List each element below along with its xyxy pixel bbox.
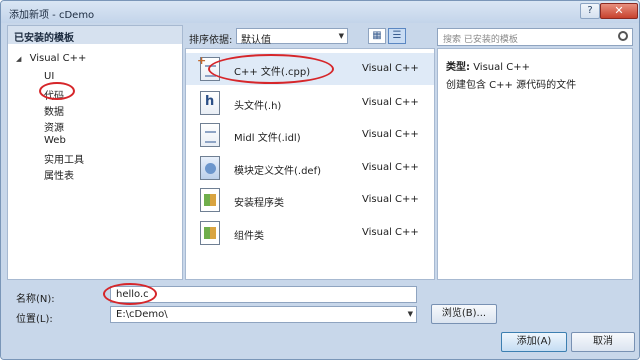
template-row-installer-class[interactable]: 安装程序类 Visual C++ (186, 184, 434, 216)
title-bar: 添加新项 - cDemo ? ✕ (1, 1, 639, 23)
template-tree-panel: 已安装的模板 ◢ Visual C++ UI 代码 数据 资源 Web 实用工具… (7, 25, 183, 280)
template-type: Visual C++ (362, 194, 419, 205)
template-description: 创建包含 C++ 源代码的文件 (446, 80, 577, 91)
search-icon[interactable] (618, 31, 628, 41)
help-button[interactable]: ? (580, 3, 600, 19)
template-type: Visual C++ (362, 227, 419, 238)
type-label: 类型: (446, 62, 470, 73)
location-combobox[interactable]: E:\cDemo\ ▼ (110, 306, 417, 323)
window-title: 添加新项 - cDemo (9, 10, 95, 21)
sort-value: 默认值 (241, 35, 271, 46)
template-row-midl-file[interactable]: Midl 文件(.idl) Visual C++ (186, 119, 434, 151)
tree-item-web[interactable]: Web (44, 135, 66, 146)
small-icons-view-button[interactable]: ▦ (368, 28, 386, 44)
installer-class-icon (200, 188, 220, 212)
dropdown-arrow-icon[interactable]: ▼ (408, 310, 413, 318)
sort-label: 排序依据: (189, 35, 233, 46)
location-value: E:\cDemo\ (116, 309, 168, 320)
template-list: C++ 文件(.cpp) Visual C++ h 头文件(.h) Visual… (185, 48, 435, 280)
close-button[interactable]: ✕ (600, 3, 638, 19)
template-row-header-file[interactable]: h 头文件(.h) Visual C++ (186, 87, 434, 119)
annotation-circle-code (39, 82, 75, 100)
tree-item-data[interactable]: 数据 (44, 103, 64, 118)
tree-item-ui[interactable]: UI (44, 71, 54, 82)
tree-node-visual-cpp[interactable]: ◢ Visual C++ (16, 53, 86, 64)
grid-view-icon: ▦ (372, 30, 382, 41)
type-value: Visual C++ (473, 62, 530, 73)
list-view-icon: ☰ (392, 30, 402, 41)
tree-item-utility[interactable]: 实用工具 (44, 151, 84, 166)
expand-arrow-icon[interactable]: ◢ (16, 55, 21, 63)
name-location-form: 名称(N): hello.c 位置(L): E:\cDemo\ ▼ 浏览(B).… (1, 282, 639, 359)
template-type-info: 类型: Visual C++ (446, 58, 530, 73)
tree-item-resource[interactable]: 资源 (44, 119, 64, 134)
template-toolbar: 排序依据: 默认值 ▼ ▦ ☰ (185, 25, 435, 47)
location-label: 位置(L): (16, 314, 53, 325)
cancel-button[interactable]: 取消 (571, 332, 635, 352)
def-file-icon (200, 156, 220, 180)
template-name: 组件类 (234, 231, 264, 242)
template-type: Visual C++ (362, 63, 419, 74)
component-class-icon (200, 221, 220, 245)
sort-dropdown[interactable]: 默认值 ▼ (236, 28, 348, 46)
template-type: Visual C++ (362, 162, 419, 173)
template-name: 安装程序类 (234, 198, 284, 209)
add-new-item-dialog: 添加新项 - cDemo ? ✕ 已安装的模板 ◢ Visual C++ UI … (0, 0, 640, 360)
idl-file-icon (200, 123, 220, 147)
template-name: 模块定义文件(.def) (234, 166, 322, 177)
tree-item-property-sheet[interactable]: 属性表 (44, 167, 74, 182)
template-type: Visual C++ (362, 129, 419, 140)
name-label: 名称(N): (16, 294, 55, 305)
template-name: 头文件(.h) (234, 101, 282, 112)
search-placeholder: 搜索 已安装的模板 (443, 35, 518, 45)
template-name: Midl 文件(.idl) (234, 133, 301, 144)
dropdown-arrow-icon: ▼ (338, 32, 344, 40)
browse-button[interactable]: 浏览(B)... (431, 304, 497, 324)
template-info-panel: 类型: Visual C++ 创建包含 C++ 源代码的文件 (437, 48, 633, 280)
template-type: Visual C++ (362, 97, 419, 108)
template-row-component-class[interactable]: 组件类 Visual C++ (186, 217, 434, 249)
list-view-button[interactable]: ☰ (388, 28, 406, 44)
annotation-circle-cpp (208, 54, 334, 84)
annotation-circle-name (103, 283, 157, 305)
template-row-def-file[interactable]: 模块定义文件(.def) Visual C++ (186, 152, 434, 184)
add-button[interactable]: 添加(A) (501, 332, 567, 352)
header-file-icon: h (200, 91, 220, 115)
tree-node-label: Visual C++ (29, 53, 87, 64)
installed-templates-header: 已安装的模板 (8, 26, 182, 44)
template-search-input[interactable]: 搜索 已安装的模板 (437, 28, 633, 46)
